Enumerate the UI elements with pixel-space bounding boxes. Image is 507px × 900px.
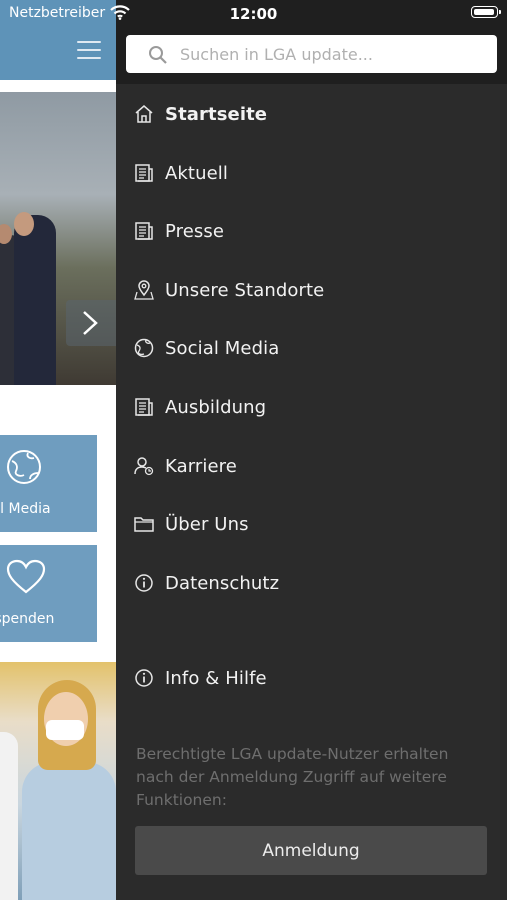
map-pin-icon [134, 280, 154, 300]
menu-item-aktuell[interactable]: Aktuell [116, 148, 507, 198]
menu-item-presse[interactable]: Presse [116, 206, 507, 256]
info-icon [135, 574, 153, 592]
menu-item-unsere-standorte[interactable]: Unsere Standorte [116, 265, 507, 315]
menu-item-ausbildung[interactable]: Ausbildung [116, 382, 507, 432]
login-info-text: Berechtigte LGA update-Nutzer erhalten n… [136, 745, 449, 809]
globe-icon [134, 338, 154, 358]
globe-icon [7, 450, 41, 484]
search-box[interactable] [126, 35, 497, 73]
person-icon [134, 457, 154, 476]
tile-label: cial Media [0, 501, 51, 517]
menu-item-ueber-uns[interactable]: Über Uns [116, 499, 507, 549]
menu-item-social-media[interactable]: Social Media [116, 323, 507, 373]
tile-label: utspenden [0, 611, 55, 627]
info-icon [135, 669, 153, 687]
menu-label: Social Media [165, 337, 280, 359]
news-icon [135, 222, 153, 240]
menu-item-info-hilfe[interactable]: Info & Hilfe [116, 653, 507, 703]
menu-label: Presse [165, 220, 225, 242]
menu-label: Aktuell [165, 162, 228, 184]
menu-label: Karriere [165, 455, 237, 477]
hamburger-menu-icon[interactable] [77, 41, 101, 59]
news-icon [135, 164, 153, 182]
status-bar: Netzbetreiber 12:00 [0, 0, 507, 26]
navigation-drawer: Startseite Aktuell Presse Unsere Standor… [116, 0, 507, 900]
status-time: 12:00 [229, 5, 278, 23]
menu-item-startseite[interactable]: Startseite [116, 89, 507, 139]
tile-blutspenden[interactable]: utspenden [0, 545, 97, 642]
news-icon [135, 398, 153, 416]
menu-label: Startseite [165, 103, 268, 125]
chevron-right-icon [83, 311, 98, 335]
tile-social-media[interactable]: cial Media [0, 435, 97, 532]
carousel-next-button[interactable] [66, 300, 116, 346]
menu-label: Info & Hilfe [165, 667, 267, 689]
search-input[interactable] [180, 35, 480, 73]
heart-icon [6, 559, 46, 594]
menu-item-karriere[interactable]: Karriere [116, 441, 507, 491]
search-icon [149, 46, 167, 64]
menu-label: Unsere Standorte [165, 279, 325, 301]
login-button[interactable]: Anmeldung [135, 826, 487, 875]
background-app: cial Media utspenden [0, 0, 116, 900]
menu-item-datenschutz[interactable]: Datenschutz [116, 558, 507, 608]
hero-carousel-image [0, 92, 116, 385]
menu-label: Datenschutz [165, 572, 280, 594]
folder-icon [134, 517, 154, 532]
battery-icon [471, 6, 501, 18]
news-image [0, 662, 116, 900]
menu-label: Ausbildung [165, 396, 267, 418]
home-icon [135, 105, 153, 123]
menu-label: Über Uns [165, 513, 249, 535]
